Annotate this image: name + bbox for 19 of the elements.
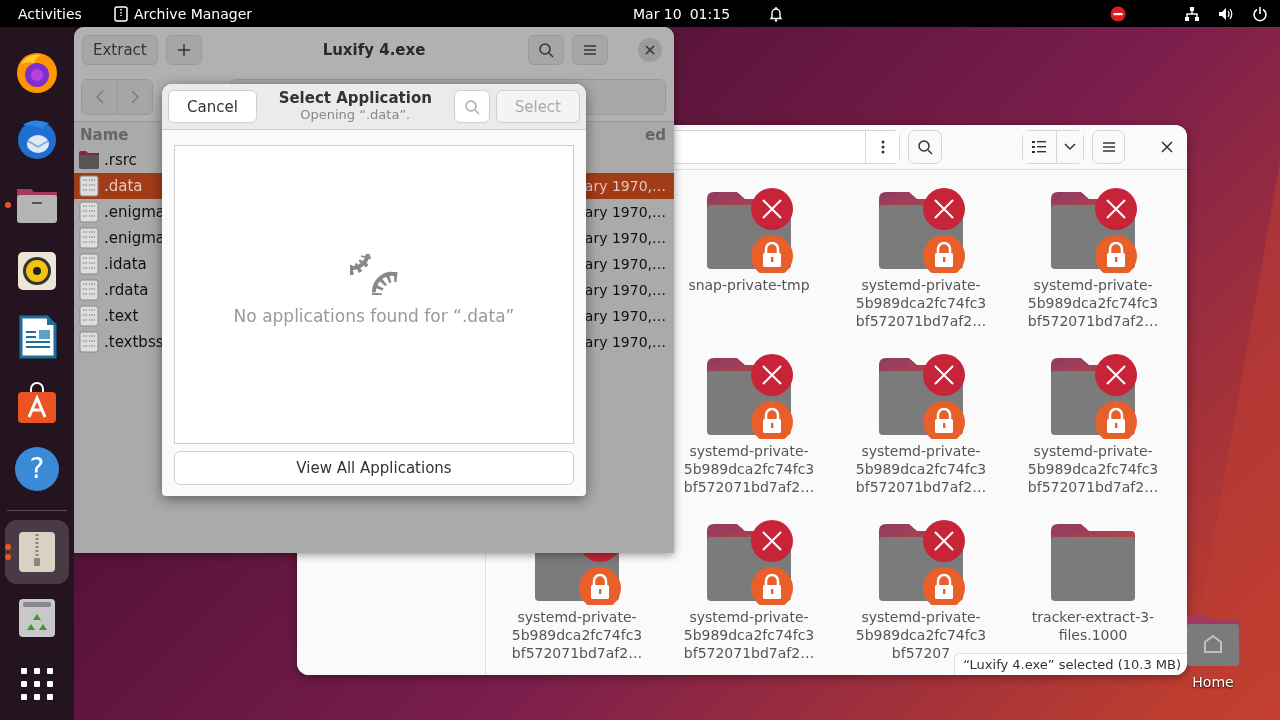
date-modified: ary 1970,…: [584, 230, 666, 246]
file-name: .idata: [104, 255, 147, 273]
dialog-subtitle: Opening “.data”.: [300, 107, 411, 123]
date-modified: ary 1970,…: [584, 256, 666, 272]
date-modified: ary 1970,…: [584, 334, 666, 350]
dialog-title: Select Application: [278, 90, 432, 108]
file-name: .data: [104, 177, 143, 195]
empty-message: No applications found for “.data”: [233, 305, 515, 326]
file-name: .textbss: [104, 333, 164, 351]
help-icon: ?: [29, 452, 45, 486]
window-title: Luxify 4.exe: [322, 40, 426, 59]
date-modified: ary 1970,…: [584, 282, 666, 298]
file-name: .rdata: [104, 281, 149, 299]
selection-status-toast: “Luxify 4.exe” selected (10.3 MB): [954, 653, 1187, 675]
date-modified: ary 1970,…: [584, 204, 666, 220]
date-modified: ary 1970,…: [584, 308, 666, 324]
file-name: .rsrc: [104, 151, 137, 169]
file-name: .text: [104, 307, 139, 325]
date-modified: ary 1970,…: [584, 178, 666, 194]
